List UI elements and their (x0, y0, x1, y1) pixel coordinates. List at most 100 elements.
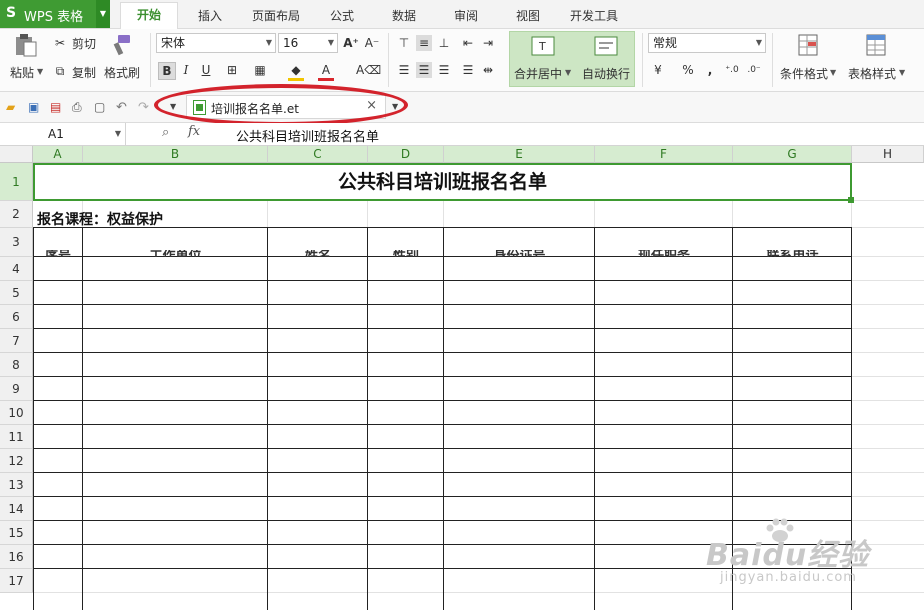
save-icon[interactable]: ▣ (28, 100, 42, 114)
column-header-a[interactable]: A (33, 146, 83, 163)
baidu-watermark: Baidu经验 jingyan.baidu.com (706, 518, 876, 598)
italic-button[interactable]: I (178, 62, 194, 78)
fill-color-icon[interactable]: ◆ (288, 62, 304, 81)
table-header-cell: 工作单位 (83, 250, 268, 257)
row-header-4[interactable]: 4 (0, 257, 33, 281)
search-function-icon[interactable]: ⌕ (162, 125, 169, 140)
row-header-17[interactable]: 17 (0, 569, 33, 593)
increase-indent-icon[interactable]: ⇥ (480, 35, 496, 51)
align-middle-icon[interactable]: ≡ (416, 35, 432, 51)
decrease-decimal-icon[interactable]: .0⁻ (746, 62, 762, 78)
row-header-5[interactable]: 5 (0, 281, 33, 305)
open-folder-icon[interactable]: ▰ (6, 100, 20, 114)
borders-icon[interactable]: ⊞ (224, 62, 240, 78)
undo-icon[interactable]: ↶ (116, 100, 130, 115)
print-preview-icon[interactable]: ▢ (94, 100, 108, 114)
table-border (443, 228, 444, 610)
app-menu-button[interactable]: S WPS 表格 ▼ (0, 0, 110, 28)
bold-button[interactable]: B (158, 62, 176, 80)
decrease-indent-icon[interactable]: ⇤ (460, 35, 476, 51)
column-header-c[interactable]: C (268, 146, 368, 163)
number-format-select[interactable]: 常规 ▼ (648, 33, 766, 53)
tab-insert[interactable]: 插入 (198, 7, 222, 24)
row-header-14[interactable]: 14 (0, 497, 33, 521)
row-header-1[interactable]: 1 (0, 163, 33, 201)
table-border (267, 228, 268, 610)
comma-button[interactable]: , (702, 62, 718, 78)
align-top-icon[interactable]: ⊤ (396, 35, 412, 51)
column-header-e[interactable]: E (444, 146, 595, 163)
export-pdf-icon[interactable]: ▤ (50, 100, 64, 114)
tab-page-layout[interactable]: 页面布局 (252, 7, 300, 24)
align-bottom-icon[interactable]: ⊥ (436, 35, 452, 51)
redo-icon[interactable]: ↷ (138, 100, 152, 115)
table-border (33, 424, 852, 425)
copy-label: 复制 (72, 66, 97, 80)
row-header-13[interactable]: 13 (0, 473, 33, 497)
row-header-9[interactable]: 9 (0, 377, 33, 401)
table-header-cell: 性别 (368, 250, 444, 257)
distribute-icon[interactable]: ⇹ (480, 62, 496, 78)
tab-start[interactable]: 开始 (120, 2, 178, 29)
row-header-6[interactable]: 6 (0, 305, 33, 329)
tab-data[interactable]: 数据 (392, 7, 416, 24)
annotation-circle (154, 84, 408, 126)
align-right-icon[interactable]: ☰ (436, 62, 452, 78)
row-header-15[interactable]: 15 (0, 521, 33, 545)
font-size-select[interactable]: 16 ▼ (278, 33, 338, 53)
decrease-font-icon[interactable]: A⁻ (364, 35, 380, 51)
tab-formulas[interactable]: 公式 (330, 7, 354, 24)
align-left-icon[interactable]: ☰ (396, 62, 412, 78)
formula-input[interactable]: 公共科目培训班报名名单 (236, 126, 379, 145)
select-all-corner[interactable] (0, 146, 33, 163)
font-color-icon[interactable]: A (318, 62, 334, 81)
currency-icon[interactable]: ¥ (650, 62, 666, 78)
wrap-text-icon (594, 36, 618, 56)
tab-review[interactable]: 审阅 (454, 7, 478, 24)
row-header-3[interactable]: 3 (0, 228, 33, 257)
row-header-11[interactable]: 11 (0, 425, 33, 449)
row-header-7[interactable]: 7 (0, 329, 33, 353)
justify-icon[interactable]: ☰ (460, 62, 476, 78)
ribbon-divider (388, 33, 389, 87)
ribbon-divider (772, 33, 773, 87)
row-header-2[interactable]: 2 (0, 201, 33, 228)
table-border (33, 228, 34, 610)
chevron-down-icon: ▼ (899, 68, 906, 77)
column-header-b[interactable]: B (83, 146, 268, 163)
align-center-icon[interactable]: ☰ (416, 62, 432, 78)
font-name-select[interactable]: 宋体 ▼ (156, 33, 276, 53)
svg-text:T: T (538, 40, 546, 53)
increase-font-icon[interactable]: A⁺ (343, 35, 359, 51)
wrap-text-label: 自动换行 (582, 67, 631, 81)
underline-button[interactable]: U (198, 62, 214, 78)
insert-function-icon[interactable]: fx (188, 124, 200, 139)
format-painter-label: 格式刷 (104, 66, 141, 80)
table-border (33, 352, 852, 353)
chevron-down-icon: ▼ (830, 68, 837, 77)
column-header-d[interactable]: D (368, 146, 444, 163)
tab-view[interactable]: 视图 (516, 7, 540, 24)
row-header-12[interactable]: 12 (0, 449, 33, 473)
table-border (82, 228, 83, 610)
column-header-g[interactable]: G (733, 146, 852, 163)
clear-format-icon[interactable]: A⌫ (356, 62, 381, 78)
row-header-8[interactable]: 8 (0, 353, 33, 377)
tab-developer[interactable]: 开发工具 (570, 7, 618, 24)
merge-center-label: 合并居中 (514, 67, 563, 81)
row-header-16[interactable]: 16 (0, 545, 33, 569)
table-border (33, 496, 852, 497)
name-box[interactable]: A1 ▼ (0, 123, 126, 145)
fill-handle[interactable] (848, 197, 854, 203)
table-border (367, 228, 368, 610)
column-header-f[interactable]: F (595, 146, 733, 163)
column-header-h[interactable]: H (852, 146, 924, 163)
course-cell[interactable]: 报名课程：权益保护 (37, 209, 163, 229)
percent-button[interactable]: % (680, 62, 696, 78)
table-header-cell: 姓名 (268, 250, 368, 257)
cell-fill-pattern-icon[interactable]: ▦ (252, 62, 268, 78)
increase-decimal-icon[interactable]: ⁺.0 (724, 62, 740, 78)
row-header-10[interactable]: 10 (0, 401, 33, 425)
print-icon[interactable]: ⎙ (72, 100, 86, 114)
sheet-title-cell[interactable]: 公共科目培训班报名名单 (33, 163, 852, 201)
